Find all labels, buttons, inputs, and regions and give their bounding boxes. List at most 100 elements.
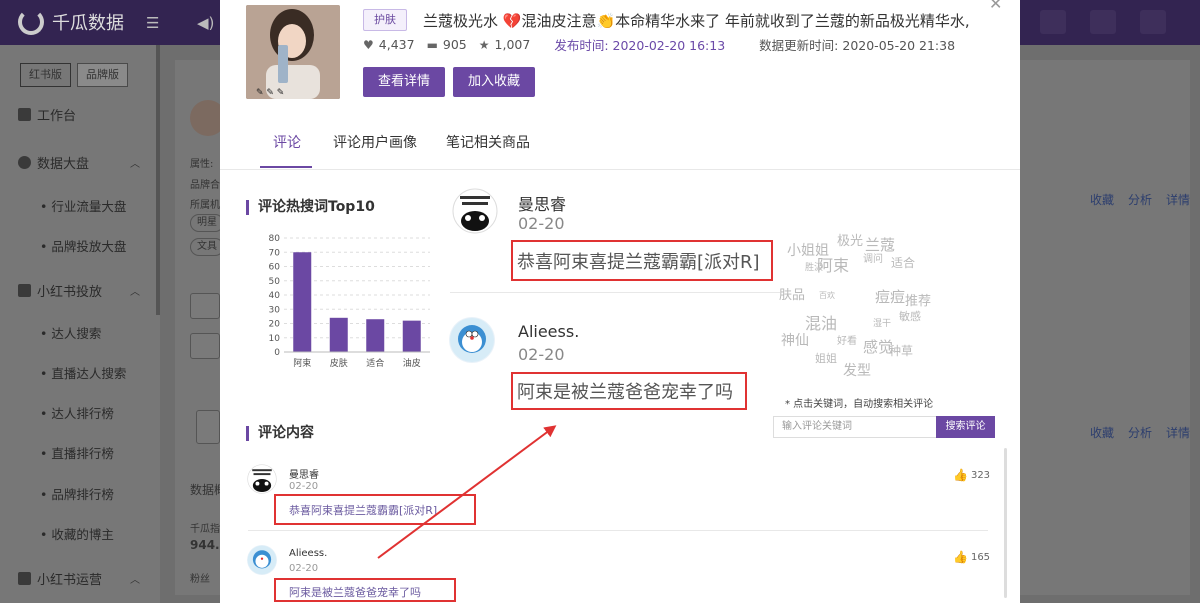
y-tick-label: 40 [269, 291, 281, 301]
bg-link-fav[interactable]: 收藏 [1090, 191, 1114, 208]
hot-words-bar-chart: 0 10 20 30 40 50 60 70 80 阿束 皮肤 适合 油皮 [269, 234, 430, 369]
note-title: 兰蔻极光水 💔混油皮注意👏本命精华水来了 年前就收到了兰蔻的新品极光精华水, [423, 12, 970, 30]
commenter-avatar[interactable] [452, 188, 498, 234]
bg-link-analyze[interactable]: 分析 [1128, 191, 1152, 208]
hot-word[interactable]: 神仙 [781, 330, 809, 350]
hot-word[interactable]: 适合 [891, 254, 915, 271]
version-tab-brand[interactable]: 品牌版 [77, 63, 128, 87]
comment-date: 02-20 [289, 563, 319, 574]
hot-word[interactable]: 好看 [837, 332, 857, 347]
sidebar-sub-industry[interactable]: 行业流量大盘 [40, 196, 126, 215]
sidebar-sub-fav-blogger[interactable]: 收藏的博主 [40, 524, 114, 543]
heart-icon: ♥ [363, 37, 374, 52]
sidebar-item-data[interactable]: 数据大盘 ︿ [18, 153, 140, 172]
hot-word[interactable]: 敏感 [899, 308, 921, 324]
monitor-icon [18, 572, 31, 585]
divider [450, 292, 780, 293]
bg-pill: 明星 [190, 214, 224, 232]
note-cover-image[interactable]: ✎ ✎ ✎ [246, 5, 340, 99]
hot-word[interactable]: 胜汲 [805, 260, 823, 273]
sound-icon[interactable]: ◀) [197, 14, 214, 32]
bg-brand: 品牌合 [190, 180, 220, 191]
hot-word[interactable]: 发型 [843, 360, 871, 380]
commenter-name: 曼思睿 [289, 470, 319, 481]
collect-count: ★ 1,007 [478, 37, 531, 52]
hot-word[interactable]: 种草 [889, 342, 913, 359]
chart-bar[interactable] [293, 252, 312, 352]
comments-section-title: 评论内容 [246, 426, 314, 441]
update-time: 数据更新时间: 2020-05-20 21:38 [759, 38, 956, 53]
comment-like-count[interactable]: 👍 165 [953, 550, 990, 564]
hot-word[interactable]: 百欢 [819, 290, 835, 301]
version-tabs: 红书版 品牌版 [20, 63, 128, 87]
tab-related-products[interactable]: 笔记相关商品 [446, 132, 530, 152]
panda-meme-icon [247, 464, 277, 494]
sidebar-item-redbook-ad[interactable]: 小红书投放 ︿ [18, 281, 140, 300]
modal-scrollbar[interactable] [1004, 448, 1007, 598]
bg-pill: 文具 [190, 238, 224, 256]
hot-word[interactable]: 姐姐 [815, 350, 837, 366]
y-tick-label: 30 [269, 305, 281, 315]
sidebar-item-workbench[interactable]: 工作台 [18, 105, 76, 124]
thumb-up-icon: 👍 [953, 468, 968, 482]
chart-bar[interactable] [366, 319, 385, 352]
sidebar-sub-kol-rank[interactable]: 达人排行榜 [40, 403, 114, 422]
grid-icon [18, 108, 31, 121]
sidebar-sub-live-rank[interactable]: 直播排行榜 [40, 443, 114, 462]
view-detail-button[interactable]: 查看详情 [363, 67, 445, 97]
sidebar-sub-brand-rank[interactable]: 品牌排行榜 [40, 484, 114, 503]
tab-bar: 评论 评论用户画像 笔记相关商品 [220, 128, 1020, 170]
commenter-avatar[interactable] [247, 545, 277, 575]
hot-word[interactable]: 推荐 [905, 290, 931, 309]
hot-word[interactable]: 痘痘 [875, 286, 905, 307]
logo-icon [18, 9, 44, 35]
commenter-avatar[interactable] [247, 464, 277, 494]
sidebar-sub-live-search[interactable]: 直播达人搜索 [40, 363, 126, 382]
chart-bar[interactable] [329, 317, 348, 352]
comment-like-count[interactable]: 👍 323 [953, 468, 990, 482]
sidebar-sub-brand-ad[interactable]: 品牌投放大盘 [40, 236, 126, 255]
sidebar-sub-kol-search[interactable]: 达人搜索 [40, 323, 101, 342]
app-title: 千瓜数据 [52, 13, 124, 34]
hot-words-title: 评论热搜词Top10 [246, 200, 375, 215]
hot-words-cloud: 小姐姐 极光 兰蔻 阿束 调问 适合 胜汲 肤品 百欢 痘痘 推荐 混油 湿干 敏感 神仙 好看 感觉 种草 姐姐发… [775, 226, 975, 386]
note-stats: ♥ 4,437 ▬ 905 ★ 1,007 发布时间: 2020-02-20 16:1… [363, 35, 955, 54]
sidebar-item-redbook-ops[interactable]: 小红书运营 ︿ [18, 569, 140, 588]
bg-qiangua-label: 千瓜指 [190, 524, 220, 535]
bg-link-analyze[interactable]: 分析 [1128, 424, 1152, 441]
bg-belong: 所属机 [190, 200, 220, 211]
tab-user-profile[interactable]: 评论用户画像 [333, 132, 417, 152]
comment-keyword-input[interactable]: 输入评论关键词 [773, 416, 937, 438]
top-action-icon[interactable] [1140, 10, 1166, 34]
hot-word[interactable]: 极光 [837, 230, 863, 249]
bg-button[interactable] [196, 410, 220, 444]
bg-link-detail[interactable]: 详情 [1166, 191, 1190, 208]
close-icon[interactable]: ✕ [989, 0, 1002, 13]
divider [248, 530, 988, 531]
bg-link-detail[interactable]: 详情 [1166, 424, 1190, 441]
bg-row-links: 收藏 分析 详情 [1090, 191, 1190, 208]
comment-date: 02-20 [518, 214, 565, 233]
chart-bar[interactable] [402, 320, 421, 352]
app-logo[interactable]: 千瓜数据 [18, 9, 124, 35]
add-collection-button[interactable]: 加入收藏 [453, 67, 535, 97]
gem-icon [18, 284, 31, 297]
highlight-box [274, 494, 476, 525]
top-action-icon[interactable] [1090, 10, 1116, 34]
hot-word[interactable]: 混油 [805, 310, 837, 334]
comment-date: 02-20 [518, 345, 565, 364]
top-action-icon[interactable] [1040, 10, 1066, 34]
note-detail-modal: ✎ ✎ ✎ 护肤 兰蔻极光水 💔混油皮注意👏本命精华水来了 年前就收到了兰蔻的新… [220, 0, 1020, 603]
menu-icon[interactable]: ☰ [146, 14, 159, 32]
highlight-box [274, 578, 456, 602]
search-comments-button[interactable]: 搜索评论 [936, 416, 995, 438]
hot-word[interactable]: 肤品 [779, 284, 805, 303]
hot-word[interactable]: 湿干 [873, 316, 891, 329]
bg-link-fav[interactable]: 收藏 [1090, 424, 1114, 441]
version-tab-redbook[interactable]: 红书版 [20, 63, 71, 87]
bg-button[interactable] [190, 333, 220, 359]
bg-button[interactable] [190, 293, 220, 319]
tab-comments[interactable]: 评论 [273, 132, 301, 152]
commenter-avatar[interactable] [449, 317, 495, 363]
hot-word[interactable]: 调问 [863, 250, 883, 265]
